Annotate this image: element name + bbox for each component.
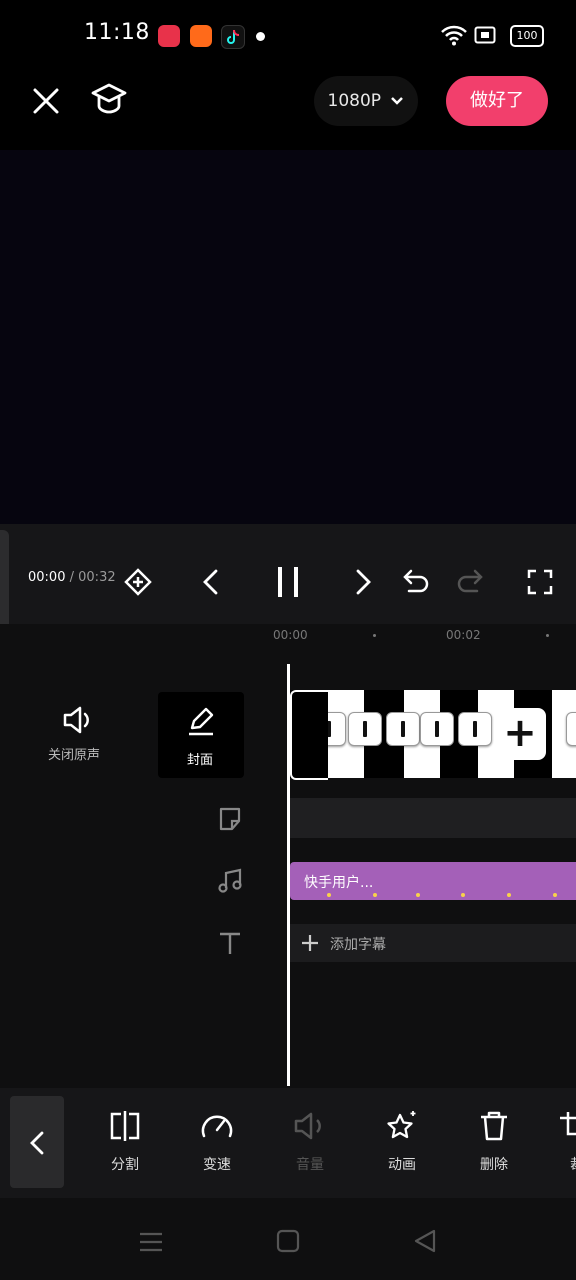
sticker-track[interactable] bbox=[290, 798, 576, 838]
transition-marker[interactable] bbox=[458, 712, 492, 746]
edit-pencil-icon bbox=[189, 707, 214, 736]
transition-marker[interactable] bbox=[386, 712, 420, 746]
pause-icon[interactable] bbox=[274, 564, 302, 600]
crop-icon bbox=[560, 1112, 576, 1136]
close-icon[interactable] bbox=[32, 87, 60, 115]
wifi-icon bbox=[441, 25, 467, 46]
timecode: 00:00 / 00:32 bbox=[28, 570, 116, 585]
status-time: 11:18 bbox=[84, 20, 150, 45]
video-preview[interactable] bbox=[0, 150, 576, 524]
current-time: 00:00 bbox=[28, 570, 66, 585]
beat-marker bbox=[373, 893, 377, 897]
total-time: 00:32 bbox=[78, 570, 116, 585]
add-clip-button[interactable]: + bbox=[494, 708, 546, 760]
chevron-down-icon bbox=[391, 97, 404, 105]
battery-indicator: 100 bbox=[510, 25, 544, 47]
tool-label: 变速 bbox=[203, 1157, 231, 1173]
ruler-dot bbox=[373, 634, 376, 637]
playhead[interactable] bbox=[287, 664, 290, 1086]
transition-marker[interactable] bbox=[348, 712, 382, 746]
tiktok-app-icon bbox=[221, 25, 245, 49]
keyframe-icon[interactable] bbox=[124, 568, 152, 596]
beat-marker bbox=[416, 893, 420, 897]
speed-icon bbox=[201, 1115, 233, 1138]
speaker-icon[interactable] bbox=[62, 704, 96, 736]
ruler-tick: 00:00 bbox=[273, 628, 308, 642]
mute-original-label: 关闭原声 bbox=[48, 748, 101, 763]
cover-label: 封面 bbox=[187, 753, 214, 768]
next-frame-icon[interactable] bbox=[352, 568, 374, 596]
tutorial-graduation-cap-icon[interactable] bbox=[90, 82, 128, 118]
redo-icon[interactable] bbox=[456, 568, 484, 596]
menu-icon[interactable] bbox=[138, 1230, 164, 1254]
tool-volume[interactable]: 音量 bbox=[280, 1110, 340, 1174]
split-icon bbox=[110, 1111, 140, 1141]
ruler-tick: 00:02 bbox=[446, 628, 481, 642]
home-icon[interactable] bbox=[276, 1229, 300, 1253]
tool-speed[interactable]: 变速 bbox=[187, 1110, 247, 1174]
back-icon[interactable] bbox=[412, 1228, 438, 1254]
animation-icon bbox=[387, 1111, 416, 1139]
video-app-icon bbox=[158, 25, 180, 47]
notification-dot-icon bbox=[256, 32, 265, 41]
previous-frame-icon[interactable] bbox=[200, 568, 222, 596]
clip-trim-handle[interactable] bbox=[290, 690, 328, 780]
tool-label: 动画 bbox=[388, 1157, 416, 1173]
transition-marker[interactable] bbox=[420, 712, 454, 746]
chevron-left-icon bbox=[30, 1131, 44, 1155]
resolution-value: 1080P bbox=[327, 91, 382, 111]
beat-marker bbox=[507, 893, 511, 897]
tool-label: 裁 bbox=[556, 1154, 576, 1174]
plus-icon bbox=[302, 935, 318, 951]
music-note-icon[interactable] bbox=[217, 868, 243, 894]
ruler-dot bbox=[546, 634, 549, 637]
kuaishou-app-icon bbox=[190, 25, 212, 47]
fullscreen-icon[interactable] bbox=[526, 568, 554, 596]
audio-track-label: 快手用户... bbox=[304, 875, 374, 891]
toolbar-back-button[interactable] bbox=[10, 1096, 64, 1188]
beat-marker bbox=[327, 893, 331, 897]
transition-marker[interactable] bbox=[566, 712, 576, 746]
sim-icon bbox=[474, 26, 496, 44]
delete-icon bbox=[481, 1111, 507, 1141]
tool-crop[interactable]: 裁 bbox=[556, 1110, 576, 1174]
done-button[interactable]: 做好了 bbox=[446, 76, 548, 126]
beat-marker bbox=[553, 893, 557, 897]
tool-label: 分割 bbox=[111, 1157, 139, 1173]
tool-label: 删除 bbox=[480, 1157, 508, 1173]
undo-icon[interactable] bbox=[402, 568, 430, 596]
tool-delete[interactable]: 删除 bbox=[464, 1110, 524, 1174]
beat-marker bbox=[461, 893, 465, 897]
tool-split[interactable]: 分割 bbox=[95, 1110, 155, 1174]
resolution-selector[interactable]: 1080P bbox=[314, 76, 418, 126]
sticker-icon[interactable] bbox=[217, 806, 243, 832]
text-icon[interactable] bbox=[218, 930, 242, 956]
time-separator: / bbox=[69, 570, 74, 585]
tool-label: 音量 bbox=[296, 1157, 324, 1173]
tool-animation[interactable]: 动画 bbox=[372, 1110, 432, 1174]
volume-icon bbox=[294, 1112, 321, 1140]
add-subtitle-label[interactable]: 添加字幕 bbox=[330, 934, 386, 954]
